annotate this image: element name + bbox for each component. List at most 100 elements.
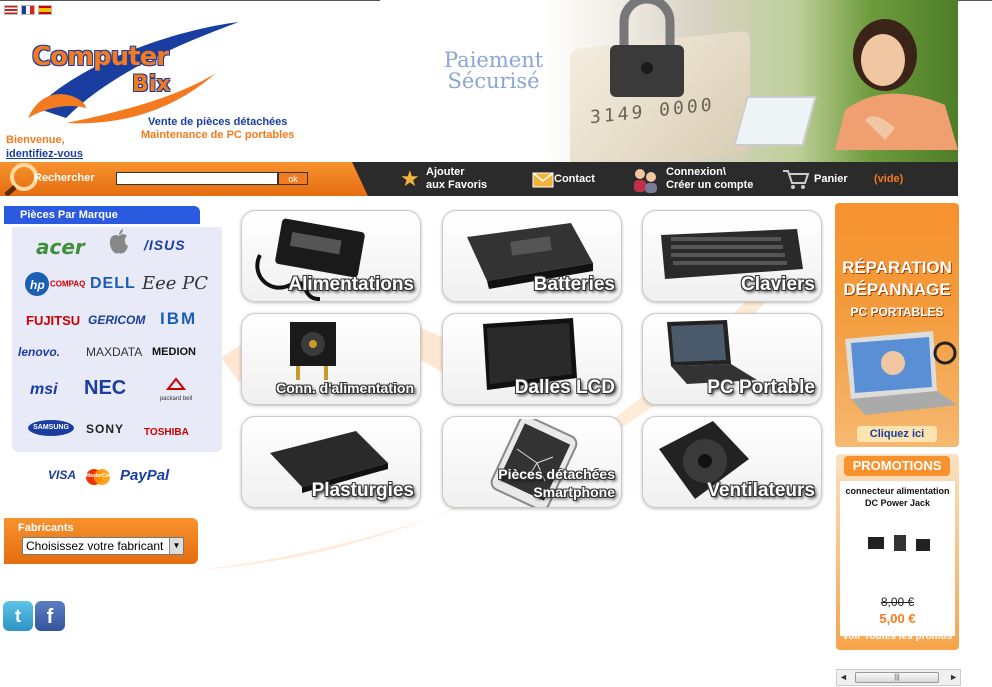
category-label: Alimentations — [288, 274, 414, 295]
brand-apple[interactable] — [108, 229, 130, 260]
brand-lenovo[interactable]: lenovo. — [18, 345, 60, 359]
brand-toshiba[interactable]: TOSHIBA — [144, 427, 189, 438]
manufacturer-select-value: Choisissez votre fabricant — [26, 539, 164, 553]
woman-photo — [835, 19, 958, 150]
search-label: Rechercher — [34, 172, 95, 184]
repair-laptop-image — [845, 331, 957, 415]
manufacturer-select[interactable]: Choisissez votre fabricant ▼ — [22, 537, 184, 555]
brand-packard-bell[interactable]: packard bell — [152, 377, 200, 402]
brands-list: acer /ISUS hp COMPAQ DELL Eee PC FUJITSU … — [12, 227, 222, 452]
banner-text: Paiement Sécurisé — [444, 50, 543, 92]
facebook-icon[interactable]: f — [35, 601, 65, 631]
spanish-flag-icon[interactable] — [38, 5, 52, 15]
brand-asus[interactable]: /ISUS — [144, 237, 186, 253]
promotions-panel: PROMOTIONS connecteur alimentation DC Po… — [836, 454, 959, 650]
category-conn-alimentation[interactable]: Conn. d'alimentation — [241, 313, 421, 405]
brands-panel-title: Pièces Par Marque — [4, 206, 200, 224]
login-nav-item[interactable]: Connexion\ Créer un compte — [628, 164, 768, 194]
chevron-down-icon[interactable]: ▼ — [169, 538, 183, 554]
users-icon — [634, 169, 657, 193]
contact-nav-item[interactable]: Contact — [530, 166, 620, 192]
category-dalles-lcd[interactable]: Dalles LCD — [442, 313, 622, 405]
payment-visa: VISA — [48, 468, 77, 482]
tagline-sales: Vente de pièces détachées — [148, 116, 288, 128]
power-jack-image — [290, 322, 336, 380]
banner-line1: Paiement — [444, 48, 544, 72]
promo-old-price: 8,00 € — [880, 595, 915, 609]
envelope-icon — [532, 172, 554, 188]
payment-mastercard: MasterCard — [84, 468, 114, 486]
category-label: Conn. d'alimentation — [276, 380, 414, 396]
banner-line2: Sécurisé — [447, 69, 540, 93]
secure-payment-banner: Paiement Sécurisé 3149 0000 — [380, 0, 958, 162]
brand-gericom[interactable]: GERICOM — [88, 313, 145, 327]
repair-ad-cta[interactable]: Cliquez ici — [857, 426, 937, 442]
repair-ad-line1: RÉPARATION — [842, 258, 952, 277]
repair-ad-banner[interactable]: RÉPARATION DÉPANNAGE PC PORTABLES Clique… — [835, 203, 959, 447]
category-ventilateurs[interactable]: Ventilateurs — [642, 416, 822, 508]
category-batteries[interactable]: Batteries — [442, 210, 622, 302]
logo-word-computer: Computer — [32, 42, 169, 72]
promo-new-price: 5,00 € — [879, 611, 916, 626]
english-flag-icon[interactable] — [4, 5, 18, 15]
french-flag-icon[interactable] — [21, 5, 35, 15]
brand-medion[interactable]: MEDION — [152, 346, 196, 358]
brand-fujitsu[interactable]: FUJITSU — [26, 313, 80, 328]
packard-bell-logo-icon — [165, 377, 187, 390]
promo-product-card[interactable]: connecteur alimentation DC Power Jack 8,… — [840, 481, 955, 636]
favorites-nav-item[interactable]: ★ Ajouter aux Favoris — [396, 164, 516, 194]
all-promotions-link[interactable]: voir Toutes les promos — [836, 631, 959, 642]
category-plasturgies[interactable]: Plasturgies — [241, 416, 421, 508]
category-label: Ventilateurs — [707, 480, 815, 501]
horizontal-scrollbar[interactable]: ◄ ||| ► — [836, 669, 961, 686]
search-input[interactable] — [116, 172, 278, 185]
brand-samsung[interactable]: SAMSUNG — [28, 420, 74, 436]
brand-hp-compaq[interactable]: hp COMPAQ — [24, 271, 85, 297]
login-link[interactable]: identifiez-vous — [6, 148, 83, 160]
manufacturers-title: Fabricants — [18, 522, 74, 534]
category-label: Claviers — [741, 274, 815, 295]
brand-sony[interactable]: SONY — [86, 422, 124, 436]
twitter-icon[interactable]: t — [3, 601, 33, 631]
category-pc-portable[interactable]: PC Portable — [642, 313, 822, 405]
brand-acer[interactable]: acer — [36, 235, 85, 259]
category-label: Batteries — [533, 274, 615, 295]
scroll-left-icon[interactable]: ◄ — [839, 672, 848, 682]
category-label: Plasturgies — [311, 480, 414, 501]
cart-nav-item[interactable]: Panier (vide) — [780, 166, 930, 192]
brands-panel: Pièces Par Marque — [4, 206, 200, 224]
category-label: Pièces détachées Smartphone — [498, 466, 615, 500]
favorites-label-2: aux Favoris — [426, 179, 488, 191]
brand-msi[interactable]: msi — [30, 381, 58, 399]
star-icon: ★ — [400, 166, 420, 191]
promo-product-name: connecteur alimentation DC Power Jack — [845, 486, 950, 508]
cart-label: Panier — [814, 173, 848, 185]
promotions-title: PROMOTIONS — [844, 456, 950, 476]
category-claviers[interactable]: Claviers — [642, 210, 822, 302]
promo-product-image — [868, 535, 930, 551]
logo-word-bix: Bix — [132, 72, 171, 97]
search-ok-button[interactable]: ok — [278, 172, 308, 185]
scroll-right-icon[interactable]: ► — [949, 672, 958, 682]
shopping-cart-icon — [783, 170, 810, 189]
tagline-maintenance: Maintenance de PC portables — [141, 129, 295, 141]
category-smartphone[interactable]: Pièces détachées Smartphone — [442, 416, 622, 508]
apple-logo-icon — [109, 229, 128, 254]
login-label-2: Créer un compte — [666, 179, 754, 191]
repair-ad-line3: PC PORTABLES — [850, 305, 944, 319]
payment-paypal: PayPal — [120, 467, 170, 484]
login-label-1: Connexion\ — [666, 166, 726, 178]
brand-dell[interactable]: DELL — [90, 275, 136, 293]
category-alimentations[interactable]: Alimentations — [241, 210, 421, 302]
brand-nec[interactable]: NEC — [84, 377, 126, 400]
svg-text:hp: hp — [30, 278, 45, 292]
padlock-icon — [610, 0, 684, 97]
site-logo[interactable]: Computer Bix — [26, 18, 246, 128]
brand-eee-pc[interactable]: Eee PC — [142, 273, 208, 294]
brand-ibm[interactable]: IBM — [160, 309, 197, 329]
brand-maxdata[interactable]: MAXDATA — [86, 345, 142, 359]
contact-label: Contact — [554, 173, 595, 185]
scrollbar-thumb[interactable]: ||| — [855, 672, 939, 683]
category-label: Dalles LCD — [514, 377, 615, 398]
banner-laptop-image — [733, 96, 817, 146]
